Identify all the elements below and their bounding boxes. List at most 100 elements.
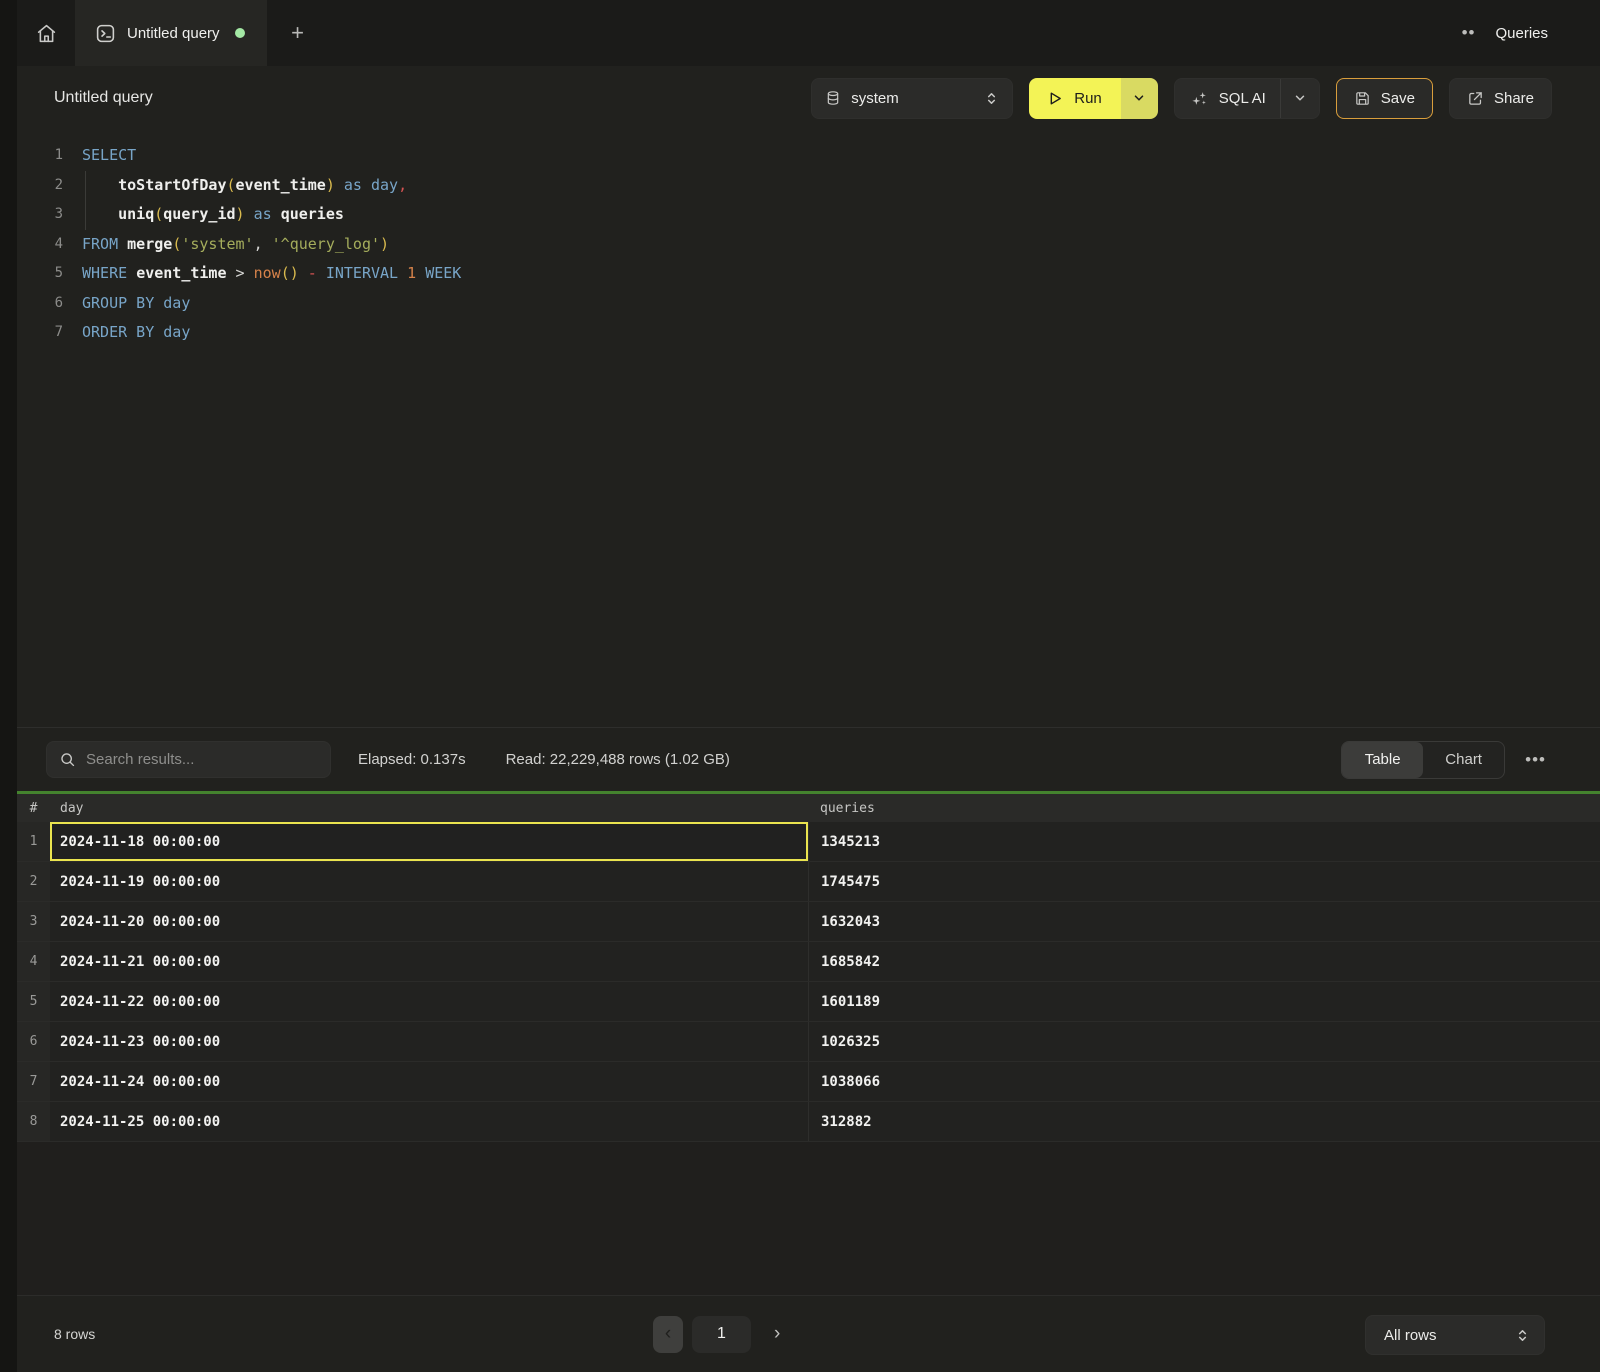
run-button-label: Run xyxy=(1074,90,1102,107)
search-results-input[interactable] xyxy=(86,751,318,768)
row-index: 5 xyxy=(17,982,50,1021)
database-select[interactable]: system xyxy=(811,78,1013,119)
cell-queries[interactable]: 1745475 xyxy=(808,862,1600,901)
search-results-box[interactable] xyxy=(46,741,331,778)
table-row: 22024-11-19 00:00:001745475 xyxy=(17,862,1600,902)
chevron-down-icon xyxy=(1293,91,1307,105)
cell-queries[interactable]: 312882 xyxy=(808,1102,1600,1141)
column-header-index[interactable]: # xyxy=(17,801,50,816)
results-toolbar: Elapsed: 0.137s Read: 22,229,488 rows (1… xyxy=(17,727,1600,791)
cell-queries[interactable]: 1026325 xyxy=(808,1022,1600,1061)
prev-page-button[interactable]: ‹ xyxy=(653,1316,683,1353)
sparkles-icon xyxy=(1190,89,1209,108)
chevron-left-icon: ‹ xyxy=(665,1323,671,1345)
table-empty-area xyxy=(17,1142,1600,1295)
code-line: 1SELECT xyxy=(17,141,1600,171)
save-icon xyxy=(1354,90,1371,107)
query-actions: system Run xyxy=(811,78,1552,119)
tab-table-view[interactable]: Table xyxy=(1342,742,1423,778)
code-line: 2 toStartOfDay(event_time) as day, xyxy=(17,171,1600,201)
cell-day[interactable]: 2024-11-20 00:00:00 xyxy=(50,902,808,941)
cell-day[interactable]: 2024-11-23 00:00:00 xyxy=(50,1022,808,1061)
code-text: ORDER BY day xyxy=(63,318,190,348)
tab-chart-view[interactable]: Chart xyxy=(1423,742,1504,778)
cell-day[interactable]: 2024-11-24 00:00:00 xyxy=(50,1062,808,1101)
table-row: 62024-11-23 00:00:001026325 xyxy=(17,1022,1600,1062)
rows-filter-select[interactable]: All rows xyxy=(1365,1315,1545,1355)
tab-bar-right: •• Queries xyxy=(1462,0,1600,66)
sql-console: Untitled query + •• Queries Untitled que… xyxy=(17,0,1600,1372)
play-icon xyxy=(1046,90,1063,107)
cell-queries[interactable]: 1345213 xyxy=(808,822,1600,861)
code-line: 5WHERE event_time > now() - INTERVAL 1 W… xyxy=(17,259,1600,289)
run-button[interactable]: Run xyxy=(1029,78,1121,119)
row-index: 8 xyxy=(17,1102,50,1141)
current-page-button[interactable]: 1 xyxy=(692,1316,751,1353)
cell-queries[interactable]: 1038066 xyxy=(808,1062,1600,1101)
read-stat: Read: 22,229,488 rows (1.02 GB) xyxy=(506,751,730,768)
database-select-value: system xyxy=(851,90,899,107)
code-text: SELECT xyxy=(63,141,136,171)
row-index: 1 xyxy=(17,822,50,861)
run-options-button[interactable] xyxy=(1121,78,1158,119)
indent-guide xyxy=(85,200,86,230)
sql-ai-options-button[interactable] xyxy=(1280,79,1319,118)
share-button-label: Share xyxy=(1494,90,1534,107)
cell-day[interactable]: 2024-11-21 00:00:00 xyxy=(50,942,808,981)
cell-day[interactable]: 2024-11-25 00:00:00 xyxy=(50,1102,808,1141)
indent-guide xyxy=(85,171,86,201)
next-page-button[interactable]: › xyxy=(774,1323,780,1345)
table-row: 12024-11-18 00:00:001345213 xyxy=(17,822,1600,862)
cell-queries[interactable]: 1601189 xyxy=(808,982,1600,1021)
updown-chevron-icon xyxy=(984,91,999,106)
code-text: toStartOfDay(event_time) as day, xyxy=(63,171,407,201)
cell-day-selected[interactable]: 2024-11-18 00:00:00 xyxy=(50,822,808,861)
tab-title: Untitled query xyxy=(127,25,220,42)
results-more-icon[interactable]: ••• xyxy=(1525,750,1546,770)
pagination: ‹ 1 › xyxy=(653,1296,780,1372)
code-line: 7ORDER BY day xyxy=(17,318,1600,348)
save-button-label: Save xyxy=(1381,90,1415,107)
row-index: 4 xyxy=(17,942,50,981)
query-header: Untitled query system Run xyxy=(17,66,1600,130)
query-title: Untitled query xyxy=(54,89,153,107)
new-tab-button[interactable]: + xyxy=(267,0,329,66)
view-toggle: Table Chart xyxy=(1341,741,1505,779)
sql-ai-button-group: SQL AI xyxy=(1174,78,1320,119)
home-button[interactable] xyxy=(17,0,75,66)
table-row: 42024-11-21 00:00:001685842 xyxy=(17,942,1600,982)
code-text: GROUP BY day xyxy=(63,289,190,319)
sql-ai-button[interactable]: SQL AI xyxy=(1175,79,1280,118)
line-number: 2 xyxy=(17,171,63,201)
rows-filter-value: All rows xyxy=(1384,1327,1437,1344)
cell-day[interactable]: 2024-11-22 00:00:00 xyxy=(50,982,808,1021)
cell-queries[interactable]: 1632043 xyxy=(808,902,1600,941)
row-index: 7 xyxy=(17,1062,50,1101)
save-button[interactable]: Save xyxy=(1336,78,1433,119)
sql-editor[interactable]: 1SELECT2 toStartOfDay(event_time) as day… xyxy=(17,130,1600,727)
elapsed-stat: Elapsed: 0.137s xyxy=(358,751,466,768)
table-header: # day queries xyxy=(17,794,1600,822)
home-icon xyxy=(36,23,57,44)
queries-link[interactable]: Queries xyxy=(1495,25,1548,42)
updown-chevron-icon xyxy=(1515,1328,1530,1343)
column-header-queries[interactable]: queries xyxy=(808,801,1600,816)
results-toolbar-right: Table Chart ••• xyxy=(1341,741,1546,779)
more-menu-icon[interactable]: •• xyxy=(1462,23,1476,43)
table-row: 32024-11-20 00:00:001632043 xyxy=(17,902,1600,942)
row-index: 6 xyxy=(17,1022,50,1061)
tab-untitled-query[interactable]: Untitled query xyxy=(75,0,267,66)
share-button[interactable]: Share xyxy=(1449,78,1552,119)
line-number: 3 xyxy=(17,200,63,230)
row-count: 8 rows xyxy=(17,1326,95,1342)
line-number: 1 xyxy=(17,141,63,171)
cell-day[interactable]: 2024-11-19 00:00:00 xyxy=(50,862,808,901)
unsaved-changes-dot xyxy=(235,28,245,38)
line-number: 7 xyxy=(17,318,63,348)
table-row: 52024-11-22 00:00:001601189 xyxy=(17,982,1600,1022)
terminal-icon xyxy=(95,23,116,44)
column-header-day[interactable]: day xyxy=(50,801,808,816)
code-line: 3 uniq(query_id) as queries xyxy=(17,200,1600,230)
cell-queries[interactable]: 1685842 xyxy=(808,942,1600,981)
row-index: 3 xyxy=(17,902,50,941)
